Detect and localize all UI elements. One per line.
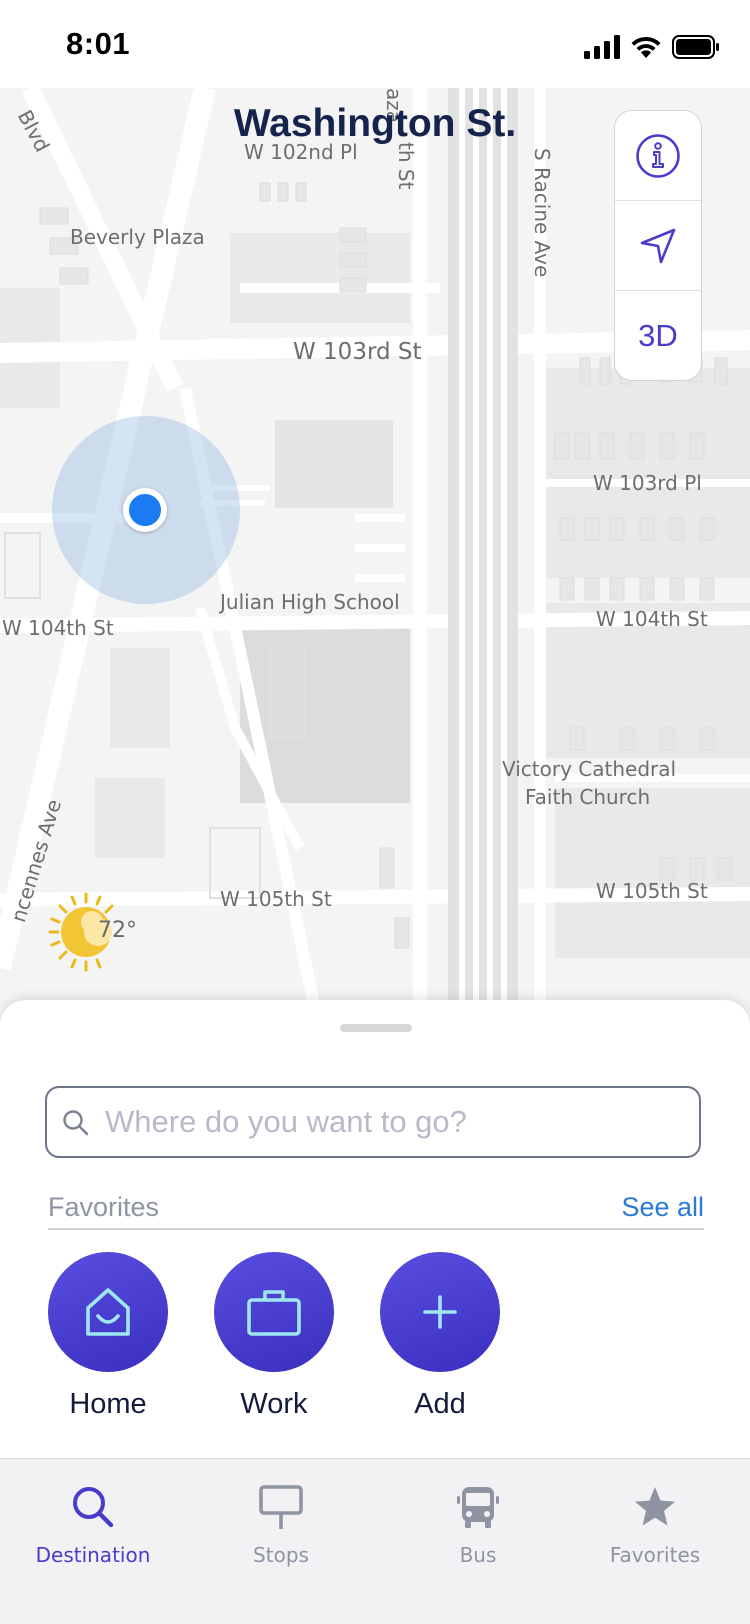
sign-icon — [259, 1485, 303, 1529]
info-icon — [636, 133, 680, 178]
status-bar: 8:01 — [0, 0, 750, 88]
favorite-work-circle[interactable] — [214, 1252, 334, 1372]
navigate-arrow-icon — [640, 228, 676, 263]
favorite-work[interactable]: Work — [214, 1252, 334, 1421]
status-icons — [584, 32, 720, 62]
favorite-add-label: Add — [414, 1388, 466, 1420]
map-label-w103rd-pl: W 103rd Pl — [593, 471, 702, 495]
map-label-beverly-plaza: Beverly Plaza — [70, 225, 205, 249]
briefcase-icon — [247, 1290, 301, 1336]
bottom-sheet: Favorites See all Home Work Add — [0, 1000, 750, 1460]
map-view[interactable]: Blvd W 102nd Pl aza th St S Racine Ave B… — [0, 88, 750, 1033]
favorite-home-label: Home — [69, 1388, 147, 1420]
favorites-title: Favorites — [48, 1192, 160, 1222]
current-location-dot[interactable] — [123, 488, 167, 532]
wifi-icon — [631, 36, 661, 58]
home-smile-icon — [86, 1288, 130, 1336]
map-label-w105th-st-center: W 105th St — [220, 887, 332, 911]
favorite-add[interactable]: Add — [380, 1252, 500, 1421]
weather-widget[interactable]: 72° — [48, 892, 138, 972]
map-label-w103rd-st: W 103rd St — [293, 339, 422, 365]
favorite-home-circle[interactable] — [48, 1252, 168, 1372]
recenter-button[interactable] — [615, 201, 701, 291]
map-label-th-st: th St — [394, 142, 418, 190]
map-label-w104th-st-east: W 104th St — [596, 607, 708, 631]
favorites-header: Favorites See all — [48, 1188, 704, 1230]
star-icon — [635, 1487, 675, 1526]
favorite-home[interactable]: Home — [48, 1252, 168, 1421]
bus-icon — [457, 1487, 499, 1528]
map-label-faith-church: Faith Church — [525, 785, 651, 809]
map-controls: 3D — [614, 110, 702, 381]
3d-toggle-button[interactable]: 3D — [615, 291, 701, 380]
tab-stops[interactable]: Stops — [206, 1481, 356, 1567]
see-all-link[interactable]: See all — [621, 1192, 704, 1223]
tab-stops-label: Stops — [253, 1543, 309, 1567]
tab-bus-label: Bus — [459, 1543, 497, 1567]
tab-favorites[interactable]: Favorites — [580, 1481, 730, 1567]
map-label-w105th-st-east: W 105th St — [596, 879, 708, 903]
map-label-w104th-st-west: W 104th St — [2, 616, 114, 640]
favorite-add-circle[interactable] — [380, 1252, 500, 1372]
map-label-s-racine-ave: S Racine Ave — [530, 148, 554, 278]
tab-destination-label: Destination — [35, 1543, 151, 1567]
status-time: 8:01 — [66, 26, 131, 61]
map-label-victory-cathedral: Victory Cathedral — [502, 757, 677, 781]
map-label-julian-high-school: Julian High School — [220, 590, 400, 614]
destination-search-input[interactable] — [105, 1100, 685, 1144]
battery-icon — [672, 35, 719, 59]
tab-bar: Destination Stops Bus Favorites — [0, 1458, 750, 1624]
search-icon — [73, 1487, 114, 1528]
plus-icon — [423, 1295, 457, 1329]
favorite-work-label: Work — [240, 1388, 308, 1420]
sheet-drag-handle[interactable] — [340, 1024, 412, 1032]
search-box[interactable] — [45, 1086, 701, 1158]
tab-bus[interactable]: Bus — [403, 1481, 553, 1567]
tab-favorites-label: Favorites — [609, 1543, 701, 1567]
info-button[interactable] — [615, 111, 701, 201]
search-icon — [63, 1110, 89, 1136]
cellular-signal-icon — [584, 35, 620, 59]
weather-temperature: 72° — [98, 918, 137, 943]
tab-destination[interactable]: Destination — [18, 1481, 168, 1567]
